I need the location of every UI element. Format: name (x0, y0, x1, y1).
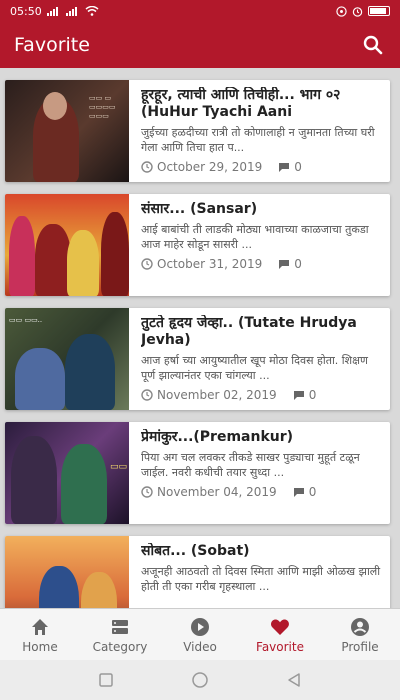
comment-icon (293, 488, 304, 497)
nav-video-label: Video (183, 639, 217, 654)
nav-profile[interactable]: Profile (320, 609, 400, 660)
nav-category[interactable]: Category (80, 609, 160, 660)
heart-icon (271, 619, 289, 635)
story-thumbnail (5, 194, 129, 296)
wifi-icon (85, 6, 99, 16)
story-card[interactable]: ▭▭ ▭ ▭▭▭▭ ▭▭▭ हूरहूर, त्याची आणि तिचीही...… (5, 80, 390, 182)
back-icon[interactable] (286, 672, 302, 688)
story-excerpt: आई बाबांची ती लाडकी मोठ्या भावाच्या काळज… (141, 223, 369, 251)
story-comment-count: 0 (294, 160, 302, 174)
story-title[interactable]: हूरहूर, त्याची आणि तिचीही... भाग ०२ (HuH… (141, 87, 382, 121)
story-title[interactable]: संसार... (Sansar) (141, 201, 382, 218)
nav-home-label: Home (22, 639, 58, 654)
location-icon (336, 5, 347, 17)
story-date: November 02, 2019 (157, 388, 277, 402)
status-time: 05:50 (10, 4, 42, 18)
story-date: November 04, 2019 (157, 485, 277, 499)
story-card[interactable]: संसार... (Sansar) आई बाबांची ती लाडकी मो… (5, 194, 390, 296)
story-title[interactable]: तुटते हृदय जेव्हा.. (Tutate Hrudya Jevha… (141, 315, 382, 349)
clock-icon (141, 258, 153, 270)
story-comment-count: 0 (294, 257, 302, 271)
story-card[interactable]: सोबत... (Sobat) अजूनही आठवतो तो दिवस स्म… (5, 536, 390, 608)
clock-icon (141, 389, 153, 401)
comment-icon (279, 260, 290, 269)
story-thumbnail: ▭▭ ▭▭.. (5, 308, 129, 410)
story-thumbnail: ▭▭ (5, 422, 129, 524)
status-bar: 05:50 (0, 0, 400, 22)
story-card[interactable]: ▭▭ प्रेमांकुर...(Premankur) पिया अग चल ल… (5, 422, 390, 524)
clock-icon (141, 161, 153, 173)
nav-video[interactable]: Video (160, 609, 240, 660)
story-excerpt: आज हर्षा च्या आयुष्यातील खूप मोठा दिवस ह… (141, 354, 368, 382)
home-circle-icon[interactable] (191, 671, 209, 689)
favorite-list[interactable]: ▭▭ ▭ ▭▭▭▭ ▭▭▭ हूरहूर, त्याची आणि तिचीही...… (0, 68, 400, 608)
story-title[interactable]: सोबत... (Sobat) (141, 543, 382, 560)
signal-icon (46, 7, 58, 16)
nav-category-label: Category (92, 639, 148, 654)
search-button[interactable] (360, 32, 386, 58)
bottom-nav: Home Category Video Favorite Profile (0, 608, 400, 660)
page-title: Favorite (14, 34, 90, 56)
story-thumbnail: ▭▭ ▭ ▭▭▭▭ ▭▭▭ (5, 80, 129, 182)
story-date: October 29, 2019 (157, 160, 263, 174)
nav-profile-label: Profile (341, 639, 379, 654)
battery-icon (368, 6, 390, 16)
story-comment-count: 0 (308, 485, 317, 499)
system-nav-bar (0, 660, 400, 700)
story-card[interactable]: ▭▭ ▭▭.. तुटते हृदय जेव्हा.. (Tutate Hrud… (5, 308, 390, 410)
comment-icon (293, 391, 304, 400)
alarm-icon (352, 6, 363, 17)
story-thumbnail (5, 536, 129, 608)
profile-icon (351, 617, 369, 636)
category-icon (112, 619, 128, 634)
clock-icon (141, 486, 153, 498)
story-date: October 31, 2019 (157, 257, 263, 271)
story-meta: November 04, 2019 0 (141, 485, 382, 499)
nav-favorite-label: Favorite (256, 639, 304, 654)
video-icon (191, 617, 209, 636)
nav-favorite[interactable]: Favorite (240, 609, 320, 660)
story-excerpt: अजूनही आठवतो तो दिवस स्मिता आणि माझी ओळख… (141, 565, 381, 593)
nav-home[interactable]: Home (0, 609, 80, 660)
comment-icon (279, 163, 290, 172)
story-excerpt: जुईच्या हळदीच्या रात्री तो कोणालाही न जु… (141, 126, 375, 154)
story-meta: October 31, 2019 0 (141, 257, 382, 271)
recents-icon[interactable] (98, 672, 114, 688)
search-icon (363, 35, 383, 55)
story-comment-count: 0 (308, 388, 317, 402)
app-bar: Favorite (0, 22, 400, 68)
story-meta: November 02, 2019 0 (141, 388, 382, 402)
home-icon (32, 618, 48, 635)
story-excerpt: पिया अग चल लवकर तीकडे साखर पुड्याचा मुहू… (141, 451, 360, 479)
story-title[interactable]: प्रेमांकुर...(Premankur) (141, 429, 382, 446)
story-meta: October 29, 2019 0 (141, 160, 382, 174)
signal-icon-2 (65, 7, 77, 16)
